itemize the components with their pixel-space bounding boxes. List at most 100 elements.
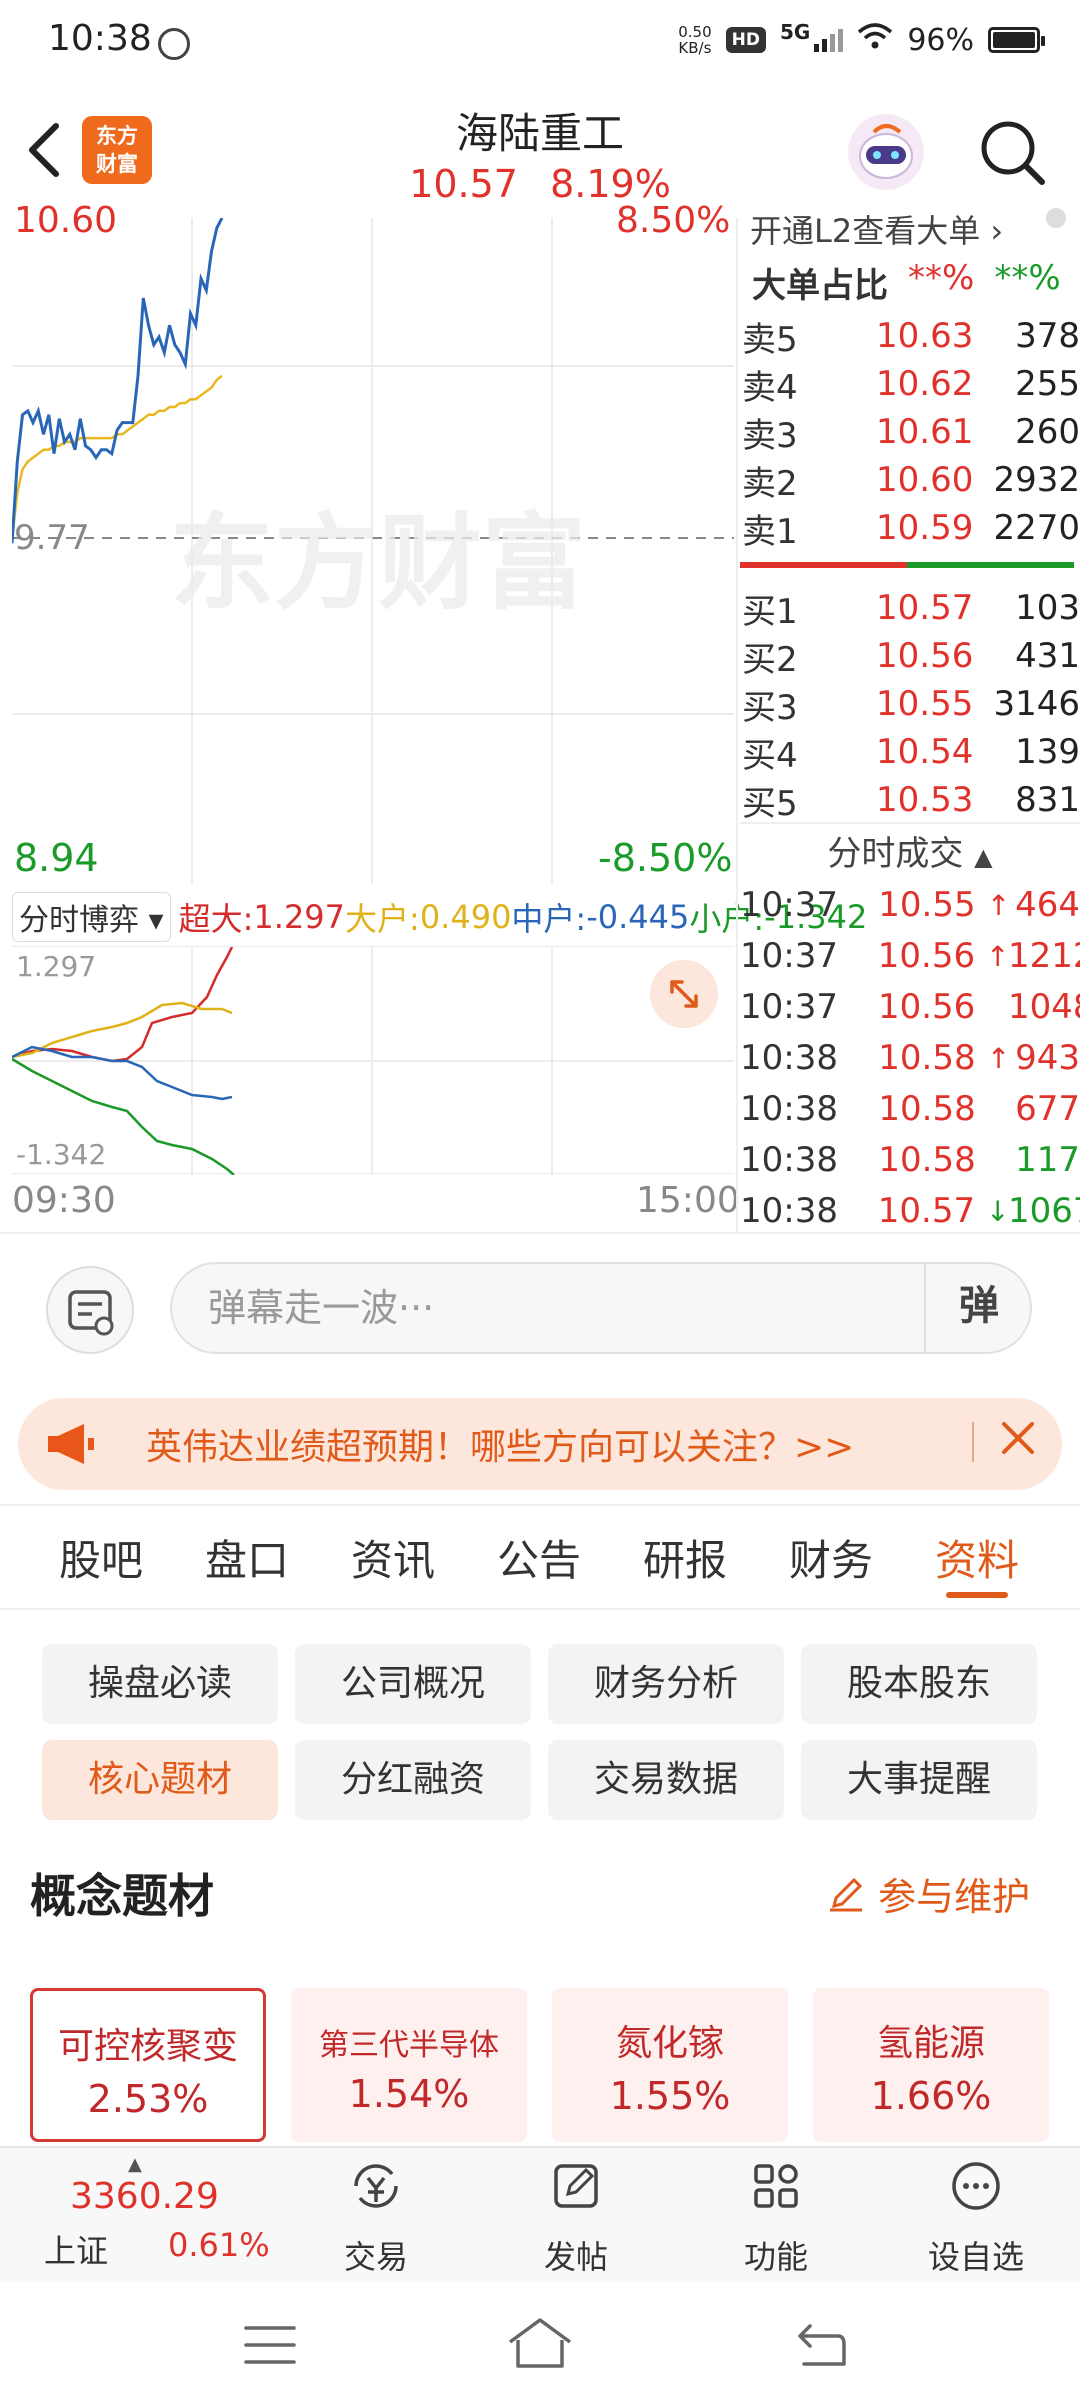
flow-axis-bottom: -1.342 — [16, 1138, 107, 1171]
subtab-7[interactable]: 大事提醒 — [801, 1740, 1037, 1820]
tab-6[interactable]: 资料 — [904, 1506, 1050, 1608]
megaphone-icon — [44, 1420, 98, 1468]
bid-row: 买2 10.56 431 — [740, 632, 1080, 680]
menu-icon — [244, 2326, 296, 2364]
tick-arrow: ↑ — [986, 1041, 1011, 1075]
subtab-4[interactable]: 核心题材 — [42, 1740, 278, 1820]
index-value: 3360.29 — [70, 2176, 219, 2217]
tick-time: 10:37 — [740, 936, 838, 976]
tick-time: 10:37 — [740, 885, 838, 925]
ask-volume: 260 — [1015, 412, 1080, 452]
fund-flow-chart[interactable] — [11, 946, 734, 1176]
index-widget[interactable]: ▲ 3360.29 上证 0.61% — [40, 2150, 280, 2280]
tab-2[interactable]: 资讯 — [320, 1506, 466, 1608]
tab-0[interactable]: 股吧 — [28, 1506, 174, 1608]
status-bar: 10:38 0.50 KB/s HD 5G 96% — [0, 0, 1080, 88]
close-icon — [1002, 1422, 1034, 1454]
flow-line-medium — [11, 1045, 233, 1101]
bid-price: 10.55 — [876, 684, 974, 724]
concept-pct: 1.66% — [870, 2074, 992, 2118]
concept-card[interactable]: 可控核聚变 2.53% — [30, 1988, 266, 2142]
tick-time: 10:38 — [740, 1140, 838, 1180]
concept-card[interactable]: 氮化镓 1.55% — [552, 1988, 788, 2142]
concept-name: 第三代半导体 — [319, 2028, 499, 2063]
main-tabs: 股吧 盘口 资讯 公告 研报 财务 资料 — [0, 1504, 1080, 1610]
nav-add-watchlist[interactable]: 设自选 — [876, 2156, 1076, 2278]
search-button[interactable] — [976, 116, 1048, 188]
bid-price: 10.53 — [876, 780, 974, 820]
tab-1[interactable]: 盘口 — [174, 1506, 320, 1608]
bid-volume: 431 — [1015, 636, 1080, 676]
notification-icon — [158, 28, 190, 60]
banner-separator — [972, 1422, 974, 1462]
banner-close-button[interactable] — [990, 1410, 1046, 1477]
subtab-5[interactable]: 分红融资 — [295, 1740, 531, 1820]
concept-card[interactable]: 第三代半导体 1.54% — [291, 1988, 527, 2142]
maintain-button[interactable]: 参与维护 — [826, 1866, 1030, 1921]
tick-row: 10:37 10.56 ↑1212 — [740, 931, 1080, 981]
bid-label: 买1 — [742, 591, 798, 632]
wifi-icon — [857, 22, 893, 58]
net-speed: 0.50 KB/s — [678, 23, 712, 57]
nav-post[interactable]: 发帖 — [476, 2156, 676, 2278]
subtab-6[interactable]: 交易数据 — [548, 1740, 784, 1820]
ask-label: 卖5 — [742, 319, 798, 360]
tick-row: 10:38 10.57 ↓1067 — [740, 1186, 1080, 1236]
status-right: 0.50 KB/s HD 5G 96% — [678, 20, 1045, 58]
system-home-button[interactable] — [504, 2316, 576, 2376]
edit-icon — [830, 1877, 863, 1912]
system-menu-button[interactable] — [242, 2320, 298, 2374]
tick-volume: 1212 — [1008, 936, 1080, 976]
battery-text: 96% — [907, 22, 974, 58]
bid-price: 10.56 — [876, 636, 974, 676]
chart-divider — [736, 218, 738, 1232]
subtab-2[interactable]: 财务分析 — [548, 1644, 784, 1724]
ratio-bar-red — [740, 562, 907, 568]
banner-text: 英伟达业绩超预期！哪些方向可以关注？>> — [146, 1427, 855, 1468]
tick-volume: 1067 — [1008, 1191, 1080, 1231]
tick-arrow: ↑ — [986, 939, 1010, 973]
super-label: 超大: — [178, 900, 254, 938]
search-icon — [981, 121, 1045, 185]
ask-row: 卖1 10.59 2270 — [740, 504, 1080, 552]
ask-row: 卖5 10.63 378 — [740, 312, 1080, 360]
post-icon — [554, 2164, 598, 2208]
sort-up-icon: ▲ — [974, 843, 993, 871]
l2-link-dot — [1046, 208, 1066, 228]
ticks-title[interactable]: 分时成交 ▲ — [740, 826, 1080, 875]
chart-bottom-pct: -8.50% — [598, 836, 733, 880]
concept-pct: 1.54% — [348, 2072, 470, 2116]
flow-axis-top: 1.297 — [16, 950, 97, 983]
super-value: 1.297 — [253, 898, 346, 936]
fund-flow-legend: 分时博弈 ▾ 超大: 1.297 大户: 0.490 中户: -0.445 小户… — [12, 892, 867, 942]
danmu-toggle-button[interactable] — [46, 1266, 134, 1354]
nav-function[interactable]: 功能 — [676, 2156, 876, 2278]
expand-button[interactable] — [650, 960, 718, 1028]
tick-price: 10.55 — [878, 885, 976, 925]
nav-trade[interactable]: 交易 — [276, 2156, 476, 2278]
tab-5[interactable]: 财务 — [758, 1506, 904, 1608]
danmu-send-button[interactable]: 弹 — [924, 1262, 1032, 1354]
ask-label: 卖3 — [742, 415, 798, 456]
robot-avatar-icon[interactable] — [844, 110, 928, 194]
back-arrow-icon — [798, 2324, 846, 2366]
tab-4[interactable]: 研报 — [612, 1506, 758, 1608]
tick-arrow: ↓ — [986, 1194, 1010, 1228]
expand-icon — [670, 980, 698, 1008]
bid-label: 买2 — [742, 639, 798, 680]
subtab-0[interactable]: 操盘必读 — [42, 1644, 278, 1724]
danmu-input[interactable]: 弹幕走一波··· — [170, 1262, 1032, 1354]
l2-link[interactable]: 开通L2查看大单 › — [750, 206, 1003, 252]
fund-flow-selector[interactable]: 分时博弈 ▾ — [12, 892, 171, 942]
bid-price: 10.57 — [876, 588, 974, 628]
tick-arrow: ↑ — [986, 888, 1011, 922]
subtab-3[interactable]: 股本股东 — [801, 1644, 1037, 1724]
index-pct: 0.61% — [168, 2226, 270, 2264]
signal-icon — [814, 28, 844, 52]
concept-card[interactable]: 氢能源 1.66% — [813, 1988, 1049, 2142]
tab-3[interactable]: 公告 — [466, 1506, 612, 1608]
network-5g-icon: 5G — [779, 20, 811, 44]
system-back-button[interactable] — [794, 2320, 850, 2374]
subtab-1[interactable]: 公司概况 — [295, 1644, 531, 1724]
time-end: 15:00 — [636, 1180, 740, 1221]
